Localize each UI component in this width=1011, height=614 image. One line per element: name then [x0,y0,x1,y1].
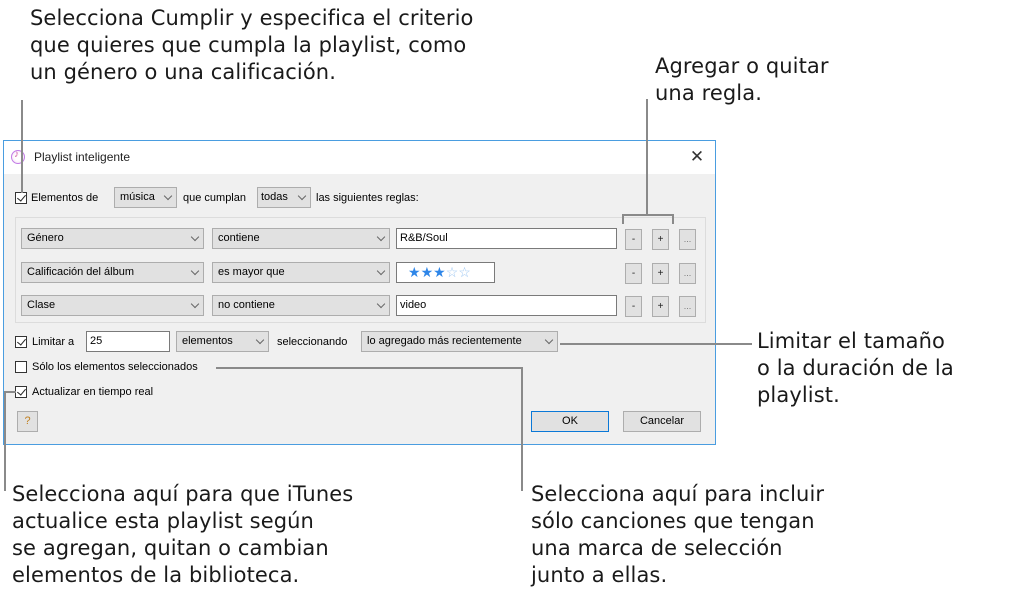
add-rule-button[interactable]: + [652,296,669,317]
media-kind-value: música [120,191,155,203]
rule-field-select[interactable]: Calificación del álbum [21,262,204,283]
selecting-label: seleccionando [277,336,348,348]
match-label-suffix: las siguientes reglas: [316,192,419,204]
limit-value-input[interactable]: 25 [86,331,170,352]
star-filled-icon[interactable]: ★ [433,264,446,280]
only-checked-label: Sólo los elementos seleccionados [32,361,198,373]
chevron-down-icon [255,335,265,345]
help-button[interactable]: ? [17,411,38,432]
dialog-title: Playlist inteligente [34,150,131,164]
ok-button[interactable]: OK [531,411,609,432]
remove-rule-button[interactable]: - [625,263,642,284]
star-filled-icon[interactable]: ★ [421,264,434,280]
chevron-down-icon [544,335,554,345]
match-label-middle: que cumplan [183,192,246,204]
selecting-method-value: lo agregado más recientemente [367,335,522,347]
callout-only-checked: Selecciona aquí para incluir sólo cancio… [531,482,825,587]
live-update-label: Actualizar en tiempo real [32,386,154,398]
selecting-method-select[interactable]: lo agregado más recientemente [361,331,558,352]
chevron-down-icon [376,299,386,309]
rule-value-input[interactable]: video [396,295,617,316]
callout-add-remove-rule: Agregar o quitar una regla. [655,54,829,105]
limit-checkbox[interactable] [15,336,27,348]
rule-operator-select[interactable]: no contiene [212,295,390,316]
rating-input[interactable]: ★★★☆☆ [396,262,495,283]
rule-field-value: Género [27,232,64,244]
rule-value-input[interactable]: R&B/Soul [396,228,617,249]
star-filled-icon[interactable]: ★ [408,264,421,280]
chevron-down-icon [190,266,200,276]
rule-field-select[interactable]: Clase [21,295,204,316]
star-empty-icon[interactable]: ☆ [458,264,471,280]
add-rule-button[interactable]: + [652,263,669,284]
leader-line-live-update-v [4,391,6,491]
leader-line-only-checked-v [521,367,523,491]
match-label-prefix: Elementos de [31,192,99,204]
more-rule-options-button[interactable]: ... [679,296,696,317]
star-empty-icon[interactable]: ☆ [446,264,459,280]
limit-unit-select[interactable]: elementos [176,331,269,352]
live-update-checkbox[interactable] [15,386,27,398]
rule-field-select[interactable]: Género [21,228,204,249]
more-rule-options-button[interactable]: ... [679,229,696,250]
more-rule-options-button[interactable]: ... [679,263,696,284]
leader-line-add-remove [646,99,648,215]
chevron-down-icon [190,299,200,309]
leader-line-match [21,100,23,193]
leader-bracket-right [672,214,674,224]
callout-limit: Limitar el tamaño o la duración de la pl… [757,329,954,407]
limit-unit-value: elementos [182,335,233,347]
only-checked-checkbox[interactable] [15,361,27,373]
chevron-down-icon [163,191,173,201]
match-mode-select[interactable]: todas [257,187,311,208]
rule-operator-select[interactable]: es mayor que [212,262,390,283]
media-kind-select[interactable]: música [114,187,177,208]
leader-bracket-left [622,214,624,224]
chevron-down-icon [190,232,200,242]
chevron-down-icon [297,191,307,201]
rule-field-value: Calificación del álbum [27,266,134,278]
cancel-button[interactable]: Cancelar [623,411,701,432]
remove-rule-button[interactable]: - [625,229,642,250]
rule-field-value: Clase [27,299,56,311]
leader-line-only-checked-h [216,367,523,369]
leader-line-limit [560,343,752,345]
limit-label: Limitar a [32,336,75,348]
rule-operator-select[interactable]: contiene [212,228,390,249]
chevron-down-icon [376,232,386,242]
leader-bracket-top [622,214,674,216]
rule-operator-value: contiene [218,232,260,244]
add-rule-button[interactable]: + [652,229,669,250]
callout-match-criteria: Selecciona Cumplir y especifica el crite… [30,6,474,84]
match-checkbox[interactable] [15,192,27,204]
rule-operator-value: es mayor que [218,266,285,278]
callout-live-update: Selecciona aquí para que iTunes actualic… [12,482,354,587]
smart-playlist-dialog: Playlist inteligente ✕ Elementos de músi… [3,140,716,445]
remove-rule-button[interactable]: - [625,296,642,317]
chevron-down-icon [376,266,386,276]
title-bar: Playlist inteligente ✕ [4,141,715,174]
match-mode-value: todas [261,191,288,203]
rule-operator-value: no contiene [218,299,275,311]
close-icon[interactable]: ✕ [687,147,707,167]
